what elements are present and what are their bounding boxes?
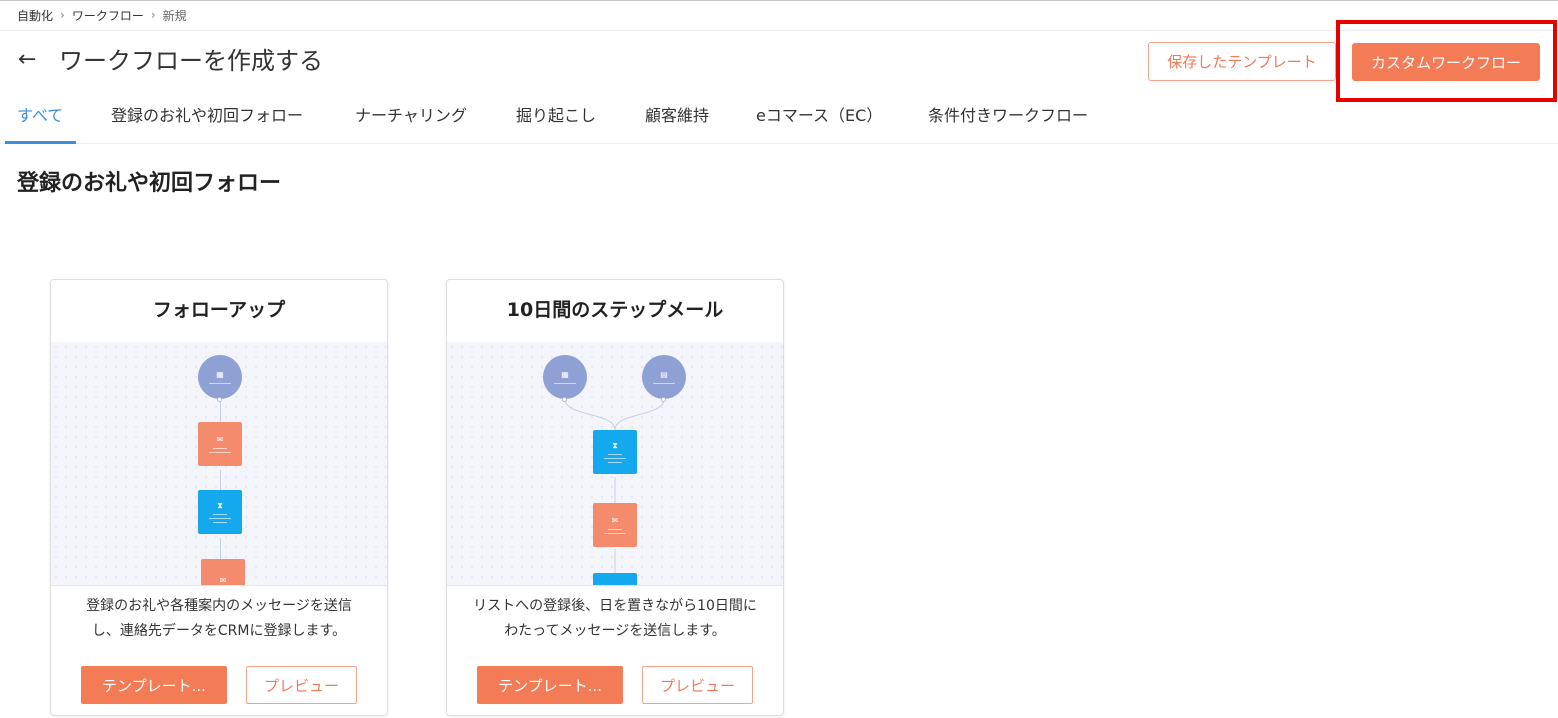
breadcrumb-workflow[interactable]: ワークフロー [72, 7, 144, 24]
section-title: 登録のお礼や初回フォロー [17, 171, 282, 196]
breadcrumb-automation[interactable]: 自動化 [17, 7, 53, 24]
breadcrumb: 自動化 › ワークフロー › 新規 [17, 5, 187, 25]
card-description: 登録のお礼や各種案内のメッセージを送信 し、連絡先データをCRMに登録します。 [61, 594, 377, 644]
node-text-line [604, 533, 626, 534]
preview-button[interactable]: プレビュー [642, 666, 753, 704]
tab-reengagement[interactable]: 掘り起こし [516, 95, 596, 143]
breadcrumb-separator: › [150, 8, 156, 22]
node-text-line [604, 458, 626, 459]
trigger-node: ▤ [642, 355, 686, 399]
workflow-preview-diagram[interactable]: ▦ ✉ ⧗ ✉ [51, 342, 387, 585]
trigger-node: ▦ [198, 355, 242, 399]
workflow-card-10day-step-mail: 10日間のステップメール ▦ ▤ ⧗ ✉ ⧗ リストへの登録後、日を置きながら1… [446, 279, 784, 716]
message-node: ✉ [201, 559, 245, 585]
header-divider [0, 30, 1558, 31]
node-text-line [213, 522, 227, 523]
connector-line [220, 538, 221, 560]
active-tab-indicator [5, 141, 76, 144]
node-text-line [653, 383, 675, 384]
card-divider [447, 585, 783, 586]
tab-retention[interactable]: 顧客維持 [645, 95, 709, 143]
node-text-line [608, 529, 622, 530]
connector-dot [562, 397, 567, 402]
hourglass-icon: ⧗ [217, 501, 223, 510]
card-title: フォローアップ [152, 299, 286, 321]
card-title: 10日間のステップメール [506, 299, 724, 321]
node-text-line [213, 448, 227, 449]
node-text-line [608, 462, 622, 463]
envelope-icon: ✉ [611, 516, 619, 525]
tab-nurturing[interactable]: ナーチャリング [355, 95, 467, 143]
connector-dot [661, 397, 666, 402]
saved-templates-button[interactable]: 保存したテンプレート [1148, 42, 1336, 81]
card-divider [51, 585, 387, 586]
node-text-line [213, 514, 227, 515]
list-icon: ▤ [660, 370, 668, 379]
node-text-line [209, 383, 231, 384]
wait-node: ⧗ [593, 430, 637, 474]
tab-ecommerce[interactable]: eコマース（EC） [756, 95, 882, 143]
tab-welcome-followup[interactable]: 登録のお礼や初回フォロー [111, 95, 303, 143]
connector-line [220, 470, 221, 492]
use-template-button[interactable]: テンプレート... [477, 666, 623, 704]
breadcrumb-new: 新規 [162, 8, 187, 23]
connector-line [220, 399, 221, 423]
breadcrumb-separator: › [60, 8, 65, 22]
node-text-line [209, 518, 231, 519]
connector-dot [217, 397, 222, 402]
wait-node: ⧗ [198, 490, 242, 534]
category-tabs: すべて 登録のお礼や初回フォロー ナーチャリング 掘り起こし 顧客維持 eコマー… [0, 95, 1558, 144]
node-text-line [209, 452, 231, 453]
tab-conditional-workflow[interactable]: 条件付きワークフロー [928, 95, 1088, 143]
card-description-line: リストへの登録後、日を置きながら10日間に [473, 598, 757, 614]
workflow-card-followup: フォローアップ ▦ ✉ ⧗ ✉ 登録のお礼や各種案内のメッセージを送信 し、連絡… [50, 279, 388, 716]
trigger-node: ▦ [543, 355, 587, 399]
arrow-left-icon[interactable]: ← [18, 44, 42, 76]
node-text-line [554, 383, 576, 384]
card-description-line: し、連絡先データをCRMに登録します。 [91, 623, 347, 639]
card-description: リストへの登録後、日を置きながら10日間に わたってメッセージを送信します。 [457, 594, 773, 644]
form-icon: ▦ [216, 370, 224, 379]
page-title: ワークフローを作成する [59, 47, 323, 75]
top-border [0, 0, 1558, 1]
workflow-preview-diagram[interactable]: ▦ ▤ ⧗ ✉ ⧗ [447, 342, 783, 585]
card-description-line: 登録のお礼や各種案内のメッセージを送信 [86, 598, 352, 614]
hourglass-icon: ⧗ [612, 441, 618, 450]
card-description-line: わたってメッセージを送信します。 [504, 623, 726, 639]
message-node: ✉ [198, 422, 242, 466]
use-template-button[interactable]: テンプレート... [81, 666, 227, 704]
node-text-line [608, 454, 622, 455]
custom-workflow-button[interactable]: カスタムワークフロー [1352, 43, 1540, 81]
form-icon: ▦ [561, 370, 569, 379]
envelope-icon: ✉ [216, 435, 224, 444]
tab-all[interactable]: すべて [17, 95, 63, 143]
message-node: ✉ [593, 503, 637, 547]
envelope-icon: ✉ [219, 576, 227, 585]
wait-node: ⧗ [593, 573, 637, 585]
preview-button[interactable]: プレビュー [246, 666, 357, 704]
